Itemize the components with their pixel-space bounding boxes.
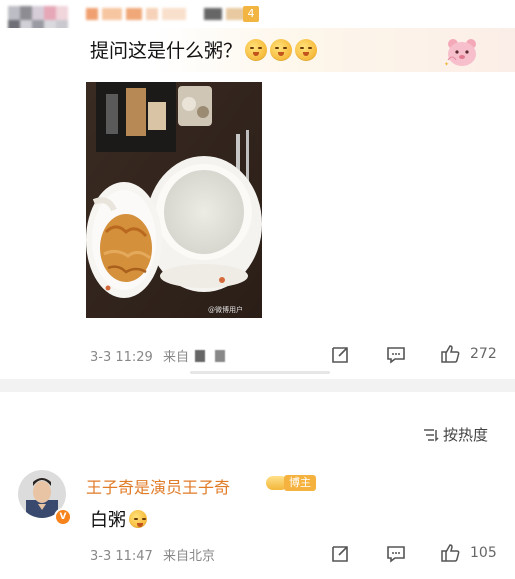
comment-text-content: 白粥 [90,510,126,531]
share-icon[interactable] [330,345,350,365]
like-icon[interactable] [440,344,460,364]
yummy-face-emoji-icon [270,38,293,61]
comment-text-content: 提问这是什么粥？ [90,40,243,62]
like-count: 105 [470,545,497,561]
source-redacted [195,350,206,362]
yummy-face-emoji-icon [129,510,147,528]
comment-meta: 3-3 11:29 来自 [90,346,226,365]
level-badge: 4 [243,6,259,22]
comment-text: 提问这是什么粥？ [90,36,318,63]
author-tag-label: 博主 [284,475,316,491]
timestamp: 3-3 11:29 [90,350,153,365]
username[interactable]: 王子奇是演员王子奇 [86,474,230,498]
sort-label: 按热度 [443,426,489,444]
sort-button[interactable]: 按热度 [423,424,488,445]
like-count: 272 [470,346,497,362]
source-redacted [215,350,226,362]
share-icon[interactable] [330,544,350,564]
yummy-face-emoji-icon [295,38,318,61]
source-label: 来自 [162,350,189,365]
like-icon[interactable] [440,543,460,563]
source-label: 来自北京 [162,549,215,564]
svg-text:✦: ✦ [444,61,449,68]
photo-watermark: @微博用户 [208,305,243,314]
yummy-face-emoji-icon [245,38,268,61]
bear-sticker-icon: ✦ [444,39,476,68]
verified-badge-icon: V [54,508,72,526]
comment-text: 白粥 [90,506,147,532]
comment-icon[interactable] [386,544,406,564]
comment-icon[interactable] [386,345,406,365]
username-blurred[interactable] [86,6,261,22]
timestamp: 3-3 11:47 [90,549,153,564]
comment-photo[interactable]: @微博用户 [86,82,262,318]
comment-meta: 3-3 11:47 来自北京 [90,545,215,564]
section-divider [0,379,515,392]
author-tag: 博主 [266,474,316,492]
sort-icon [424,428,439,442]
scroll-indicator [190,371,330,374]
